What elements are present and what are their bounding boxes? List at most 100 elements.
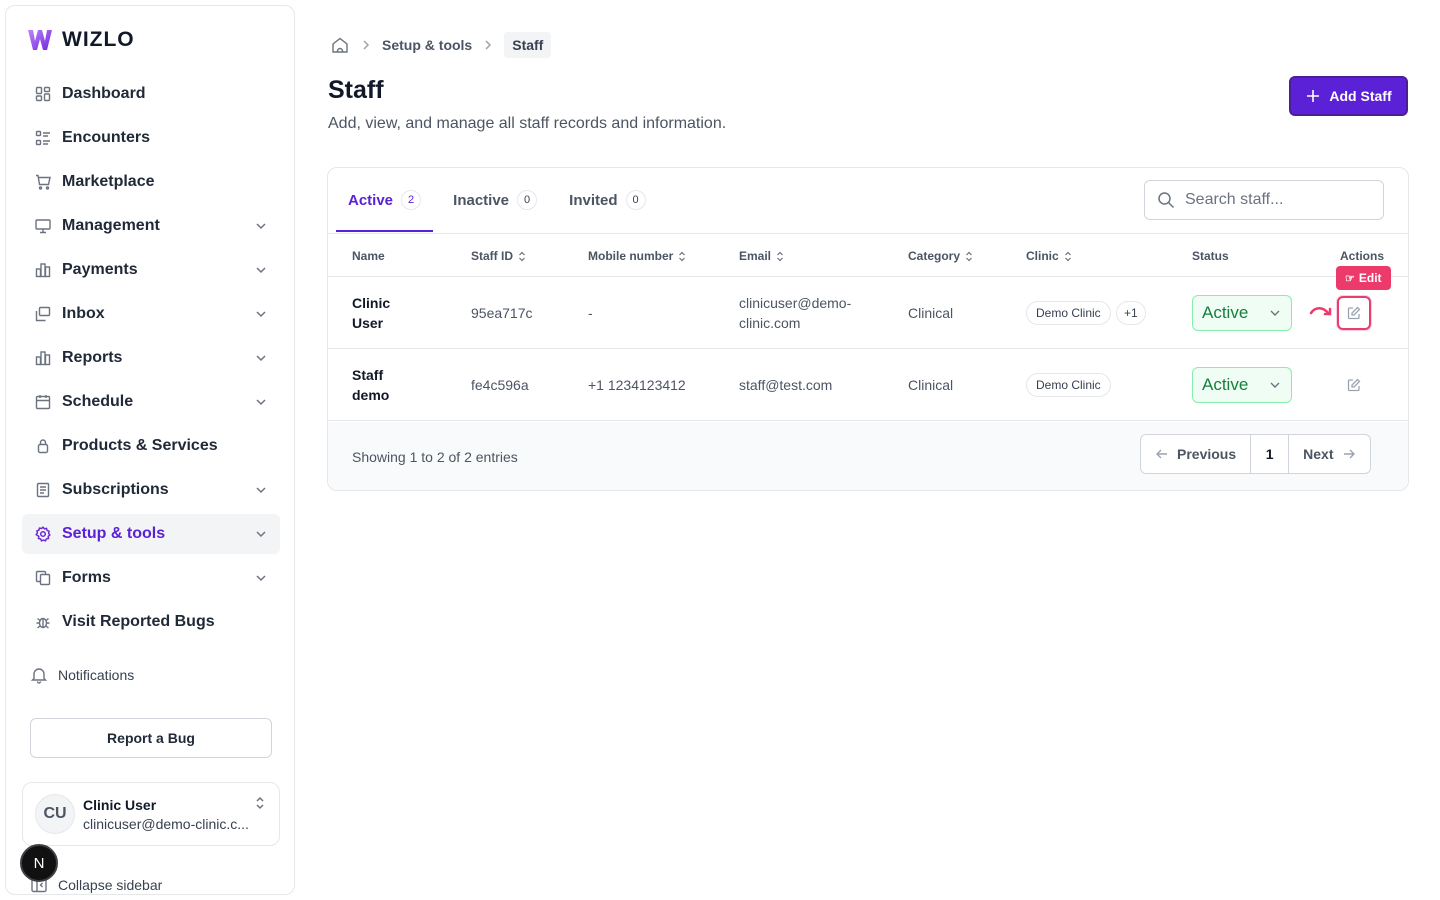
- column-header-email[interactable]: Email: [739, 249, 784, 263]
- column-header-clinic[interactable]: Clinic: [1026, 249, 1072, 263]
- wizlo-logo-icon: [28, 30, 52, 50]
- previous-page-button[interactable]: Previous: [1141, 435, 1250, 473]
- arrow-left-icon: [1156, 449, 1167, 459]
- collapse-sidebar-button[interactable]: Collapse sidebar: [30, 876, 162, 894]
- name-line: Staff: [352, 367, 384, 383]
- sidebar-item-products-services[interactable]: Products & Services: [22, 426, 280, 466]
- staff-name[interactable]: Staff demo: [352, 365, 422, 405]
- sidebar-item-subscriptions[interactable]: Subscriptions: [22, 470, 280, 510]
- staff-name[interactable]: Clinic User: [352, 293, 422, 333]
- page-number-button[interactable]: 1: [1250, 435, 1288, 473]
- sort-icon: [1064, 251, 1071, 261]
- edit-tooltip: ☞ Edit: [1336, 266, 1391, 290]
- copy-icon: [34, 569, 52, 587]
- sidebar-item-label: Inbox: [62, 305, 105, 322]
- sidebar-item-marketplace[interactable]: Marketplace: [22, 162, 280, 202]
- notifications-link[interactable]: Notifications: [30, 666, 134, 684]
- page-subtitle: Add, view, and manage all staff records …: [328, 115, 727, 132]
- tab-invited[interactable]: Invited 0: [557, 168, 657, 232]
- tab-label: Invited: [569, 191, 618, 209]
- breadcrumb-setup-tools[interactable]: Setup & tools: [382, 37, 472, 53]
- chevron-down-icon: [1270, 310, 1280, 316]
- sidebar-item-label: Setup & tools: [62, 525, 166, 542]
- sidebar-item-encounters[interactable]: Encounters: [22, 118, 280, 158]
- sidebar-item-forms[interactable]: Forms: [22, 558, 280, 598]
- status-tabs: Active 2 Inactive 0 Invited 0: [336, 168, 666, 233]
- sidebar-item-dashboard[interactable]: Dashboard: [22, 74, 280, 114]
- tab-inactive[interactable]: Inactive 0: [441, 168, 549, 232]
- column-header-status: Status: [1192, 249, 1229, 263]
- logo[interactable]: WIZLO: [26, 26, 135, 54]
- edit-icon: [1347, 378, 1361, 392]
- sidebar-nav: Dashboard Encounters Marketplace Managem…: [22, 74, 280, 646]
- add-staff-button[interactable]: Add Staff: [1289, 76, 1408, 116]
- sidebar-item-reports[interactable]: Reports: [22, 338, 280, 378]
- sidebar-item-schedule[interactable]: Schedule: [22, 382, 280, 422]
- tab-label: Active: [348, 191, 394, 209]
- sort-icon: [777, 251, 783, 261]
- cart-icon: [34, 173, 52, 191]
- previous-label: Previous: [1177, 446, 1237, 462]
- chevron-up-down-icon: [256, 796, 264, 810]
- edit-button[interactable]: [1337, 368, 1371, 402]
- next-label: Next: [1303, 446, 1334, 462]
- mobile-number: +1 1234123412: [588, 377, 686, 393]
- clinic-chip: Demo Clinic: [1026, 373, 1111, 397]
- gear-icon: [34, 525, 52, 543]
- column-header-mobile[interactable]: Mobile number: [588, 249, 686, 263]
- staff-table-card: Active 2 Inactive 0 Invited 0 Name Staff…: [327, 167, 1409, 491]
- pagination: Previous 1 Next: [1140, 434, 1371, 474]
- chevron-right-icon: [485, 40, 492, 50]
- dev-tools-badge[interactable]: N: [20, 844, 58, 882]
- sidebar-item-management[interactable]: Management: [22, 206, 280, 246]
- entries-summary: Showing 1 to 2 of 2 entries: [352, 449, 518, 465]
- column-header-category[interactable]: Category: [908, 249, 973, 263]
- sidebar-item-visit-reported-bugs[interactable]: Visit Reported Bugs: [22, 602, 280, 642]
- chevron-right-icon: [363, 40, 370, 50]
- sidebar-item-inbox[interactable]: Inbox: [22, 294, 280, 334]
- column-label: Name: [352, 249, 385, 263]
- plus-icon: [1307, 90, 1320, 102]
- user-email: clinicuser@demo-clinic.c...: [83, 815, 249, 832]
- page-title: Staff: [328, 76, 384, 104]
- arrow-right-icon: [1343, 449, 1355, 459]
- receipt-icon: [34, 481, 52, 499]
- column-header-name: Name: [352, 249, 385, 263]
- clinic-more-chip[interactable]: +1: [1116, 301, 1146, 325]
- column-label: Email: [739, 249, 772, 263]
- tab-active[interactable]: Active 2: [336, 168, 434, 232]
- name-line: Clinic: [352, 295, 391, 311]
- curved-arrow-icon: [1309, 307, 1332, 316]
- column-header-staff-id[interactable]: Staff ID: [471, 249, 526, 263]
- sidebar-item-setup-tools[interactable]: Setup & tools: [22, 514, 280, 554]
- chevron-down-icon: [256, 223, 266, 230]
- chevron-down-icon: [256, 311, 266, 318]
- status-select[interactable]: Active: [1192, 367, 1292, 403]
- category: Clinical: [908, 377, 954, 393]
- chevron-down-icon: [1270, 382, 1280, 388]
- breadcrumb: Setup & tools Staff: [330, 32, 552, 58]
- sidebar-item-payments[interactable]: Payments: [22, 250, 280, 290]
- chevron-down-icon: [256, 531, 266, 538]
- user-menu[interactable]: CU Clinic User clinicuser@demo-clinic.c.…: [22, 782, 280, 846]
- column-label: Staff ID: [471, 249, 513, 263]
- search-input[interactable]: [1185, 191, 1365, 209]
- edit-icon: [1347, 306, 1361, 320]
- bell-icon: [30, 668, 48, 684]
- edit-tooltip-label: Edit: [1358, 271, 1382, 285]
- sidebar-item-label: Payments: [62, 261, 138, 278]
- search-box: [1144, 180, 1384, 220]
- report-bug-button[interactable]: Report a Bug: [30, 718, 272, 758]
- edit-button[interactable]: [1337, 296, 1371, 330]
- status-select[interactable]: Active: [1192, 295, 1292, 331]
- next-page-button[interactable]: Next: [1288, 435, 1369, 473]
- sidebar-item-label: Visit Reported Bugs: [62, 613, 215, 630]
- breadcrumb-current: Staff: [504, 32, 552, 58]
- calendar-icon: [34, 393, 52, 411]
- brand-name: WIZLO: [62, 28, 135, 51]
- avatar: CU: [35, 794, 75, 834]
- home-icon[interactable]: [330, 35, 350, 55]
- tab-count: 0: [517, 190, 538, 210]
- column-header-actions: Actions: [1340, 249, 1384, 263]
- sidebar-item-label: Forms: [62, 569, 111, 586]
